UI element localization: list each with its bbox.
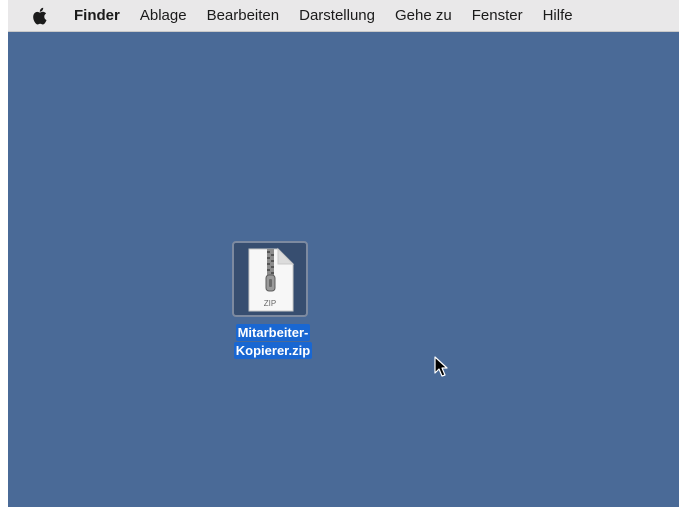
menu-bar: Finder Ablage Bearbeiten Darstellung Geh… [8,0,679,32]
menu-finder[interactable]: Finder [74,0,120,32]
arrow-pointer-icon [434,356,450,378]
menu-hilfe[interactable]: Hilfe [543,0,573,32]
selection-frame[interactable]: ZIP [232,241,308,317]
apple-logo-icon[interactable] [31,7,47,25]
zip-file-item[interactable]: ZIP Mitarbeiter- Kopierer.zip [226,241,322,369]
menu-darstellung[interactable]: Darstellung [299,0,375,32]
desktop-background[interactable]: ZIP Mitarbeiter- Kopierer.zip [8,32,679,507]
file-name-line-1: Mitarbeiter- [235,324,311,341]
zip-badge-text: ZIP [263,299,277,308]
file-name-line-2: Kopierer.zip [233,342,313,359]
menu-ablage[interactable]: Ablage [140,0,187,32]
menu-bearbeiten[interactable]: Bearbeiten [207,0,280,32]
menu-gehe-zu[interactable]: Gehe zu [395,0,452,32]
file-name-label[interactable]: Mitarbeiter- Kopierer.zip [228,324,318,360]
menu-fenster[interactable]: Fenster [472,0,523,32]
desktop-screen: Finder Ablage Bearbeiten Darstellung Geh… [8,0,679,507]
